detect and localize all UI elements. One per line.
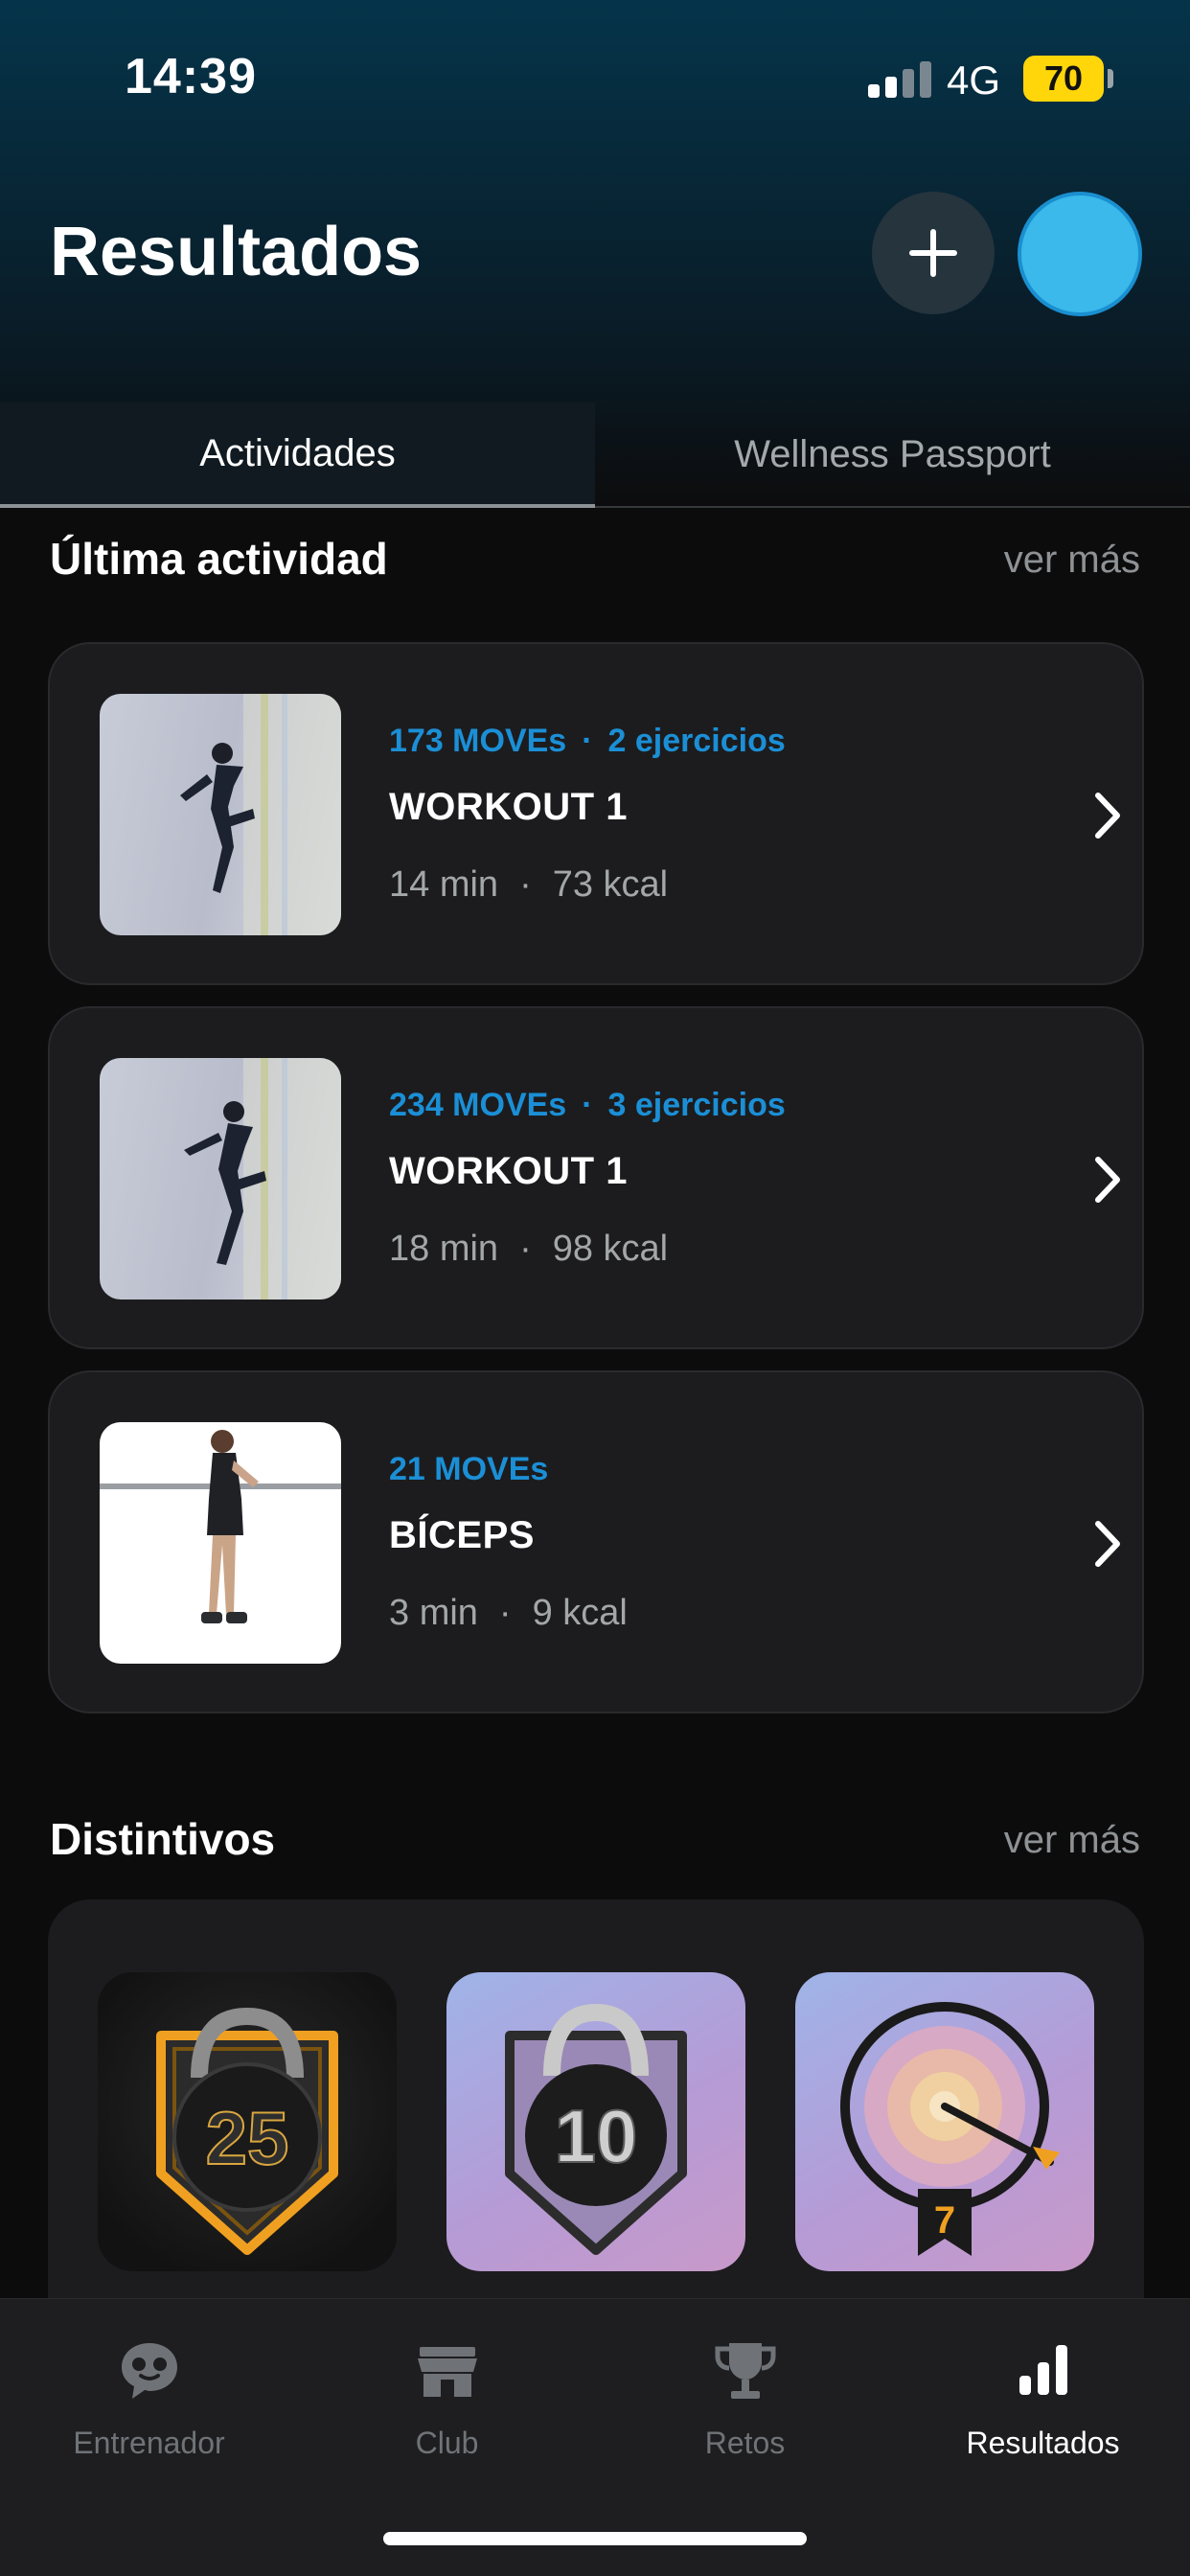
activity-duration: 14 min — [389, 864, 499, 905]
nav-label: Retos — [704, 2426, 786, 2460]
battery-level: 70 — [1043, 58, 1084, 98]
activity-duration: 3 min — [389, 1593, 478, 1633]
add-button[interactable] — [872, 192, 995, 314]
activity-meta: 173 MOVEs · 2 ejercicios — [389, 723, 786, 759]
network-type: 4G — [947, 58, 1001, 103]
activity-exercises: 3 ejercicios — [607, 1087, 786, 1123]
activity-meta: 234 MOVEs · 3 ejercicios — [389, 1087, 786, 1123]
activity-stats: 14 min · 73 kcal — [389, 864, 669, 905]
store-icon — [417, 2347, 477, 2397]
nav-entrenador[interactable]: Entrenador — [0, 2337, 298, 2461]
activity-card[interactable]: 234 MOVEs · 3 ejercicios WORKOUT 1 18 min ·… — [48, 1006, 1144, 1349]
nav-resultados[interactable]: Resultados — [894, 2337, 1190, 2461]
nav-label: Resultados — [966, 2426, 1120, 2460]
activity-stats: 18 min · 98 kcal — [389, 1229, 669, 1269]
activity-card[interactable]: 173 MOVEs · 2 ejercicios WORKOUT 1 14 min ·… — [48, 642, 1144, 985]
battery-tip — [1108, 69, 1113, 88]
last-activity-more-link[interactable]: ver más — [1004, 539, 1140, 582]
target-arrow-badge-icon[interactable]: 7 — [795, 1972, 1094, 2271]
status-bar: 14:39 4G 70 — [0, 0, 1190, 153]
chevron-right-icon — [1095, 1521, 1120, 1567]
home-indicator[interactable] — [383, 2532, 807, 2545]
tab-actividades[interactable]: Actividades — [0, 402, 595, 508]
workout-thumbnail — [100, 694, 341, 935]
activity-duration: 18 min — [389, 1229, 499, 1269]
trophy-icon — [715, 2343, 775, 2399]
activity-kcal: 73 kcal — [552, 864, 669, 905]
page-title: Resultados — [50, 214, 423, 290]
status-time: 14:39 — [125, 49, 257, 104]
kettlebell-gold-badge-icon[interactable]: 25 — [98, 1972, 397, 2271]
plus-icon — [909, 229, 957, 277]
activity-card[interactable]: 21 MOVEs BÍCEPS 3 min · 9 kcal — [48, 1370, 1144, 1714]
avatar[interactable] — [1018, 192, 1142, 316]
chevron-right-icon — [1095, 793, 1120, 839]
chevron-right-icon — [1095, 1157, 1120, 1203]
badges-panel: 25 10 7 — [48, 1899, 1144, 2302]
badge-number: 10 — [555, 2094, 638, 2178]
tab-bar: Actividades Wellness Passport — [0, 402, 1190, 508]
activity-title: WORKOUT 1 — [389, 786, 628, 828]
badge-number: 25 — [206, 2096, 289, 2180]
activity-kcal: 98 kcal — [552, 1229, 669, 1269]
nav-label: Entrenador — [73, 2426, 225, 2460]
activity-exercises: 2 ejercicios — [607, 723, 786, 759]
activity-moves: 21 MOVEs — [389, 1451, 549, 1487]
activity-meta: 21 MOVEs — [389, 1451, 548, 1488]
battery-icon: 70 — [1023, 56, 1104, 102]
workout-thumbnail — [100, 1422, 341, 1664]
coach-chat-icon — [121, 2343, 177, 2399]
activity-stats: 3 min · 9 kcal — [389, 1593, 628, 1633]
activity-title: BÍCEPS — [389, 1514, 535, 1556]
signal-strength-icon — [868, 59, 931, 98]
bar-chart-icon — [1018, 2345, 1067, 2395]
nav-club[interactable]: Club — [298, 2337, 596, 2461]
last-activity-title: Última actividad — [50, 534, 388, 584]
badges-title: Distintivos — [50, 1814, 276, 1864]
nav-retos[interactable]: Retos — [596, 2337, 894, 2461]
activity-moves: 173 MOVEs — [389, 723, 567, 759]
nav-label: Club — [415, 2426, 479, 2460]
badges-more-link[interactable]: ver más — [1004, 1819, 1140, 1862]
activity-kcal: 9 kcal — [532, 1593, 628, 1633]
badge-number: 7 — [934, 2199, 955, 2242]
workout-thumbnail — [100, 1058, 341, 1300]
activity-moves: 234 MOVEs — [389, 1087, 567, 1123]
kettlebell-silver-badge-icon[interactable]: 10 — [446, 1972, 745, 2271]
activity-title: WORKOUT 1 — [389, 1150, 628, 1192]
tab-wellness-passport[interactable]: Wellness Passport — [595, 402, 1190, 508]
